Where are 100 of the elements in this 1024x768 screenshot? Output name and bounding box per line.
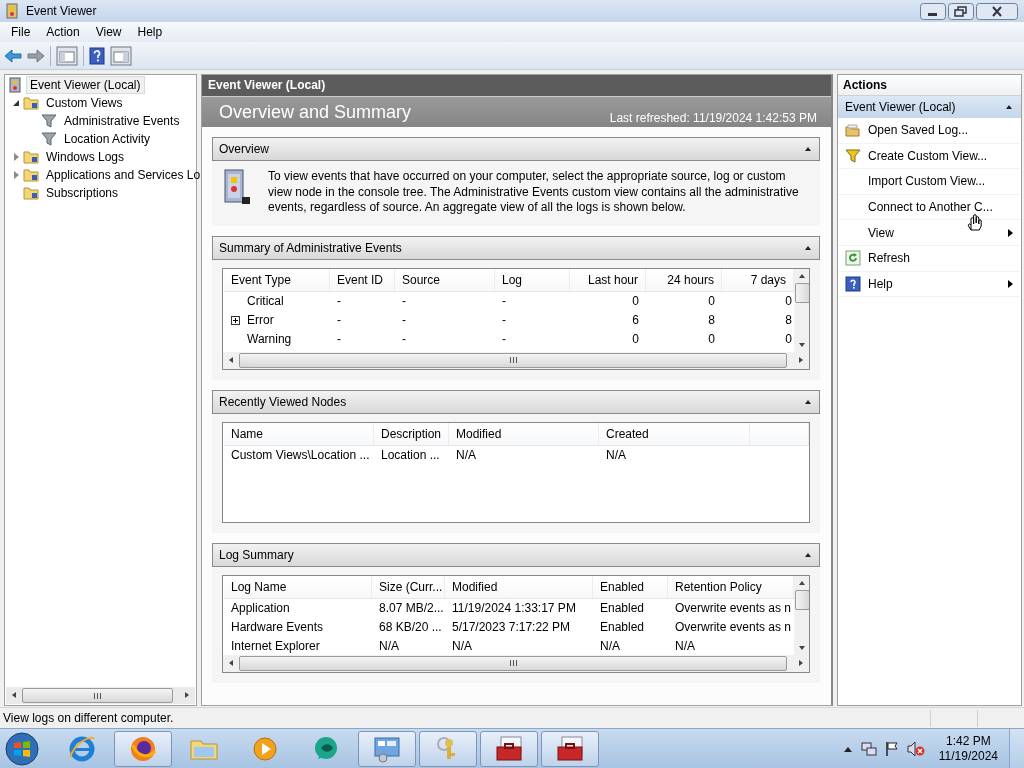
section-header[interactable]: Summary of Administrative Events bbox=[212, 235, 820, 260]
section-title: Log Summary bbox=[219, 547, 294, 562]
column-header[interactable]: Name bbox=[224, 422, 374, 445]
vertical-scrollbar[interactable] bbox=[794, 575, 809, 655]
table-cell-text: N/A bbox=[379, 637, 399, 655]
task-link[interactable]: Open Saved Log... bbox=[868, 123, 1021, 138]
column-header[interactable]: 7 days bbox=[722, 268, 794, 291]
section-header[interactable]: Overview bbox=[212, 137, 820, 161]
refresh-icon bbox=[845, 250, 861, 267]
folder-icon bbox=[23, 185, 39, 201]
scrollbar-thumb[interactable] bbox=[239, 352, 787, 368]
column-header[interactable]: Log bbox=[495, 268, 570, 291]
column-header[interactable]: Size (Curr... bbox=[372, 575, 445, 598]
column-header[interactable]: Modified bbox=[449, 422, 599, 445]
menu-item[interactable]: Action bbox=[38, 25, 88, 39]
event-viewer-icon bbox=[222, 167, 252, 207]
column-header[interactable]: Modified bbox=[445, 575, 593, 598]
scrollbar-thumb[interactable] bbox=[795, 282, 809, 303]
task-link[interactable]: Create Custom View... bbox=[868, 148, 1021, 163]
table-cell-text: Overwrite events as n bbox=[675, 618, 792, 636]
tree-item[interactable]: Applications and Services Lo bbox=[42, 166, 205, 184]
menu-item[interactable]: File bbox=[3, 25, 39, 39]
taskbar-button[interactable] bbox=[541, 730, 599, 767]
scrollbar-thumb[interactable] bbox=[795, 589, 809, 610]
collapse-arrow-icon[interactable] bbox=[805, 147, 811, 151]
horizontal-scrollbar[interactable] bbox=[223, 351, 809, 369]
back-arrow-icon[interactable] bbox=[4, 47, 22, 64]
table-cell-text: N/A bbox=[452, 637, 472, 655]
collapse-arrow-icon[interactable] bbox=[805, 552, 811, 557]
section-header[interactable]: Recently Viewed Nodes bbox=[212, 389, 820, 414]
funnel-icon bbox=[41, 131, 57, 147]
table-cell-text: Custom Views\Location ... bbox=[231, 446, 370, 464]
task-link[interactable]: Refresh bbox=[868, 251, 1021, 266]
horizontal-scrollbar[interactable] bbox=[223, 654, 809, 672]
actions-group-header[interactable]: Event Viewer (Local) bbox=[838, 96, 1021, 118]
speaker-muted-icon[interactable] bbox=[906, 740, 925, 757]
tree-item[interactable]: Administrative Events bbox=[60, 112, 184, 130]
actions-group-title: Event Viewer (Local) bbox=[845, 100, 956, 114]
table-cell-text: 6 bbox=[632, 311, 639, 329]
event-log-icon bbox=[7, 77, 23, 93]
forward-arrow-icon[interactable] bbox=[27, 47, 45, 64]
table-cell-text: - bbox=[402, 311, 406, 329]
column-header[interactable]: Log Name bbox=[224, 575, 372, 598]
menu-item[interactable]: View bbox=[87, 25, 130, 39]
folder-icon bbox=[23, 167, 39, 183]
task-link[interactable]: Connect to Another C... bbox=[868, 200, 1021, 215]
taskbar-button[interactable] bbox=[114, 730, 172, 767]
table-cell-text: Hardware Events bbox=[231, 618, 324, 636]
vertical-scrollbar[interactable] bbox=[794, 268, 809, 352]
tree-item[interactable]: Location Activity bbox=[60, 130, 155, 148]
collapse-arrow-icon[interactable] bbox=[11, 98, 21, 108]
folder-icon bbox=[23, 149, 39, 165]
column-header[interactable]: Created bbox=[599, 422, 750, 445]
table-cell-text: Enabled bbox=[600, 618, 645, 636]
column-header[interactable]: Source bbox=[395, 268, 495, 291]
tree-item[interactable]: Subscriptions bbox=[42, 184, 123, 202]
open-folder-icon bbox=[845, 122, 861, 139]
maximize-icon[interactable] bbox=[948, 2, 974, 20]
section-header[interactable]: Log Summary bbox=[212, 542, 820, 567]
table-cell-text: 0 bbox=[632, 330, 639, 348]
horizontal-scrollbar[interactable] bbox=[6, 687, 195, 704]
table-cell-text: N/A bbox=[606, 446, 626, 464]
column-header[interactable]: Enabled bbox=[593, 575, 668, 598]
expand-box-icon[interactable] bbox=[231, 315, 240, 325]
minimize-icon[interactable] bbox=[920, 2, 946, 20]
close-icon[interactable] bbox=[976, 2, 1018, 20]
tree-item[interactable]: Event Viewer (Local) bbox=[26, 76, 145, 94]
table-cell-text: - bbox=[402, 292, 406, 310]
tree-item[interactable]: Custom Views bbox=[42, 94, 127, 112]
help-icon[interactable] bbox=[89, 46, 105, 65]
collapse-arrow-icon[interactable] bbox=[1006, 105, 1012, 109]
column-header[interactable]: Event ID bbox=[330, 268, 395, 291]
clock-date[interactable]: 11/19/2024 bbox=[938, 748, 998, 764]
pane-toggle-icon[interactable] bbox=[56, 45, 78, 66]
task-link[interactable]: View bbox=[868, 225, 1008, 240]
pane-toggle-icon[interactable] bbox=[110, 45, 132, 66]
table-cell-text: 68 KB/20 ... bbox=[379, 618, 442, 636]
column-header[interactable]: Description bbox=[374, 422, 449, 445]
scrollbar-thumb[interactable] bbox=[239, 655, 787, 671]
menu-item[interactable]: Help bbox=[129, 25, 171, 39]
collapse-arrow-icon[interactable] bbox=[805, 245, 811, 250]
start-orb-icon[interactable] bbox=[4, 730, 40, 767]
clock-time[interactable]: 1:42 PM bbox=[946, 733, 991, 749]
table-cell-text: Enabled bbox=[600, 599, 645, 617]
flag-icon[interactable] bbox=[884, 740, 899, 757]
network-icon[interactable] bbox=[860, 740, 877, 757]
task-link[interactable]: Help bbox=[868, 276, 1008, 291]
panel-header: Event Viewer (Local) bbox=[202, 75, 831, 97]
task-link[interactable]: Import Custom View... bbox=[868, 174, 1021, 189]
column-header[interactable] bbox=[750, 422, 809, 445]
scrollbar-thumb[interactable] bbox=[22, 688, 173, 703]
show-desktop-button[interactable] bbox=[1009, 728, 1024, 768]
taskbar-button[interactable] bbox=[480, 730, 538, 767]
tree-item[interactable]: Windows Logs bbox=[42, 148, 129, 166]
column-header[interactable]: Retention Policy bbox=[668, 575, 794, 598]
column-header[interactable]: 24 hours bbox=[646, 268, 722, 291]
table-cell-text: Error bbox=[247, 311, 274, 329]
collapse-arrow-icon[interactable] bbox=[805, 399, 811, 404]
column-header[interactable]: Last hour bbox=[570, 268, 646, 291]
column-header[interactable]: Event Type bbox=[224, 268, 330, 291]
